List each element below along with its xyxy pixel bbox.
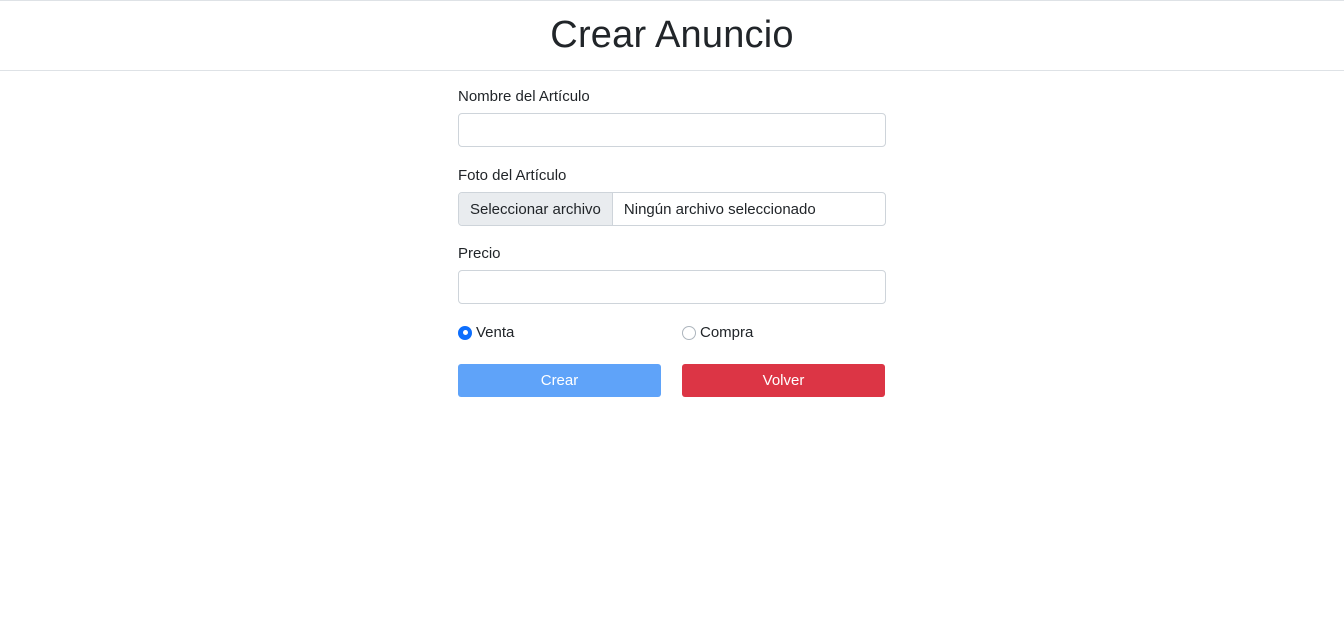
ad-type-radio-group: Venta Compra	[458, 324, 886, 344]
page-header: Crear Anuncio	[0, 0, 1344, 71]
radio-compra[interactable]: Compra	[682, 324, 753, 341]
name-label: Nombre del Artículo	[458, 88, 590, 105]
radio-venta-indicator[interactable]	[458, 325, 472, 340]
price-input[interactable]	[458, 270, 886, 304]
photo-label: Foto del Artículo	[458, 167, 567, 184]
radio-compra-label: Compra	[700, 324, 754, 341]
name-input[interactable]	[458, 113, 886, 147]
photo-file-input[interactable]: Seleccionar archivo Ningún archivo selec…	[458, 192, 886, 226]
select-file-button[interactable]: Seleccionar archivo	[459, 193, 613, 225]
radio-venta[interactable]: Venta	[458, 324, 514, 341]
back-button[interactable]: Volver	[682, 364, 885, 397]
page-title: Crear Anuncio	[550, 14, 794, 56]
file-status-text: Ningún archivo seleccionado	[623, 200, 816, 218]
price-label: Precio	[458, 245, 501, 262]
radio-venta-label: Venta	[476, 324, 515, 341]
create-button[interactable]: Crear	[458, 364, 661, 397]
radio-compra-indicator[interactable]	[682, 325, 696, 340]
